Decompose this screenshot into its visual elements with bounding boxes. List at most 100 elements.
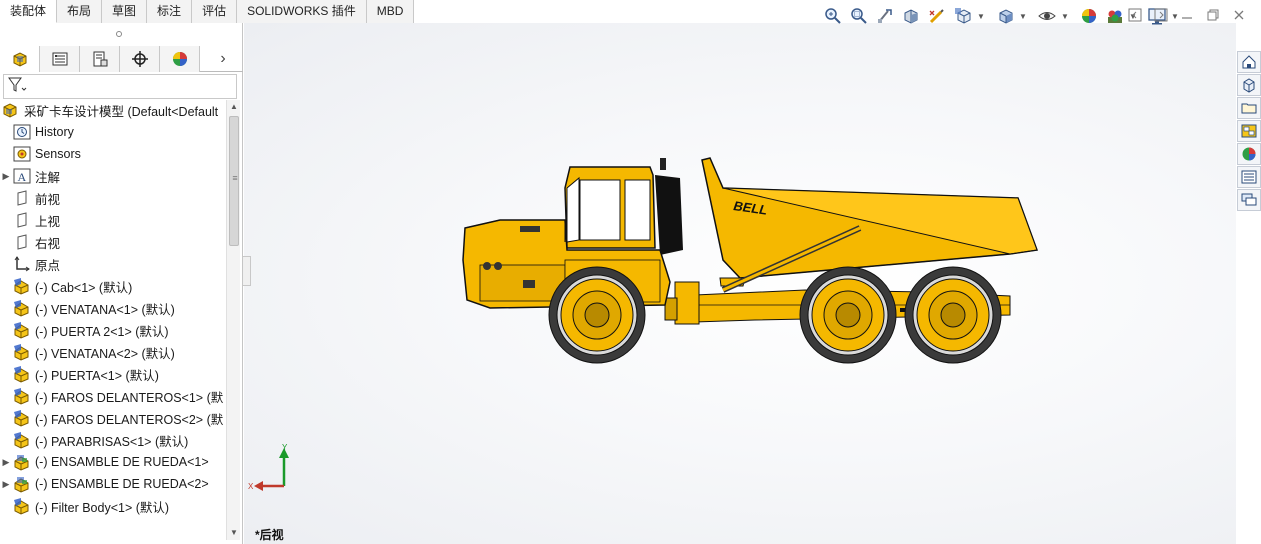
reference-triad: Y X [248,443,289,491]
tree-item[interactable]: History [0,121,226,143]
display-style-icon[interactable] [992,4,1018,28]
middle-wheel [799,266,897,364]
tree-root-label: 采矿卡车设计模型 (Default<Default [24,104,219,119]
tree-item-label: (-) FAROS DELANTEROS<2> (默 [35,412,224,427]
previous-view-icon[interactable] [872,4,898,28]
front-wheel [548,266,646,364]
tree-item-label: (-) ENSAMBLE DE RUEDA<1> [35,455,209,469]
filter-icon [8,77,28,96]
sensors-icon [12,145,32,163]
edit-appearance-icon[interactable] [1076,4,1102,28]
tree-item[interactable]: 右视 [0,231,226,253]
close-icon[interactable] [1229,6,1249,24]
part-icon [12,277,32,295]
history-icon [12,123,32,141]
view-orientation-dropdown-icon[interactable]: ▼ [976,12,986,21]
part-icon [12,321,32,339]
tab-markup[interactable]: 标注 [147,0,193,23]
tree-item[interactable]: Sensors [0,143,226,165]
section-view-icon[interactable] [898,4,924,28]
manager-tabs: › [0,46,243,72]
tree-item[interactable]: (-) Cab<1> (默认) [0,275,226,297]
tree-item[interactable]: (-) VENATANA<2> (默认) [0,341,226,363]
part-icon [12,387,32,405]
view-orientation-label: *后视 [255,528,284,542]
tree-item-label: History [35,125,74,139]
configurationmanager-tab-icon[interactable] [80,46,120,72]
tab-evaluate[interactable]: 评估 [192,0,238,23]
tree-item-label: (-) FAROS DELANTEROS<1> (默 [35,390,224,405]
tree-item[interactable]: (-) FAROS DELANTEROS<1> (默 [0,385,226,407]
propertymanager-tab-icon[interactable] [40,46,80,72]
feature-tree: 采矿卡车设计模型 (Default<Default History Sensors… [0,99,226,539]
chevron-right-icon[interactable]: › [203,46,243,72]
featuremanager-tab-icon[interactable] [0,46,40,72]
tree-item-label: 前视 [35,192,61,207]
tree-item[interactable]: (-) PARABRISAS<1> (默认) [0,429,226,451]
zoom-to-fit-icon[interactable] [820,4,846,28]
tree-item-label: (-) PUERTA<1> (默认) [35,368,159,383]
tree-filter[interactable] [3,74,237,99]
tab-sketch[interactable]: 草图 [102,0,148,23]
panel-left-icon[interactable] [1125,6,1145,24]
tab-assembly[interactable]: 装配体 [0,0,58,23]
tree-item[interactable]: 原点 [0,253,226,275]
tab-layout[interactable]: 布局 [57,0,103,23]
view-palette-icon[interactable] [1237,120,1261,142]
viewport-top-bar: ▼ ▼ ▼ ▼ ▼ [244,0,1261,30]
scroll-down-icon[interactable]: ▼ [227,526,241,540]
minimize-icon[interactable] [1177,6,1197,24]
tree-item[interactable]: ▶ A 注解 [0,165,226,187]
forum-icon[interactable] [1237,189,1261,211]
panel-splitter[interactable] [243,256,251,286]
expand-arrow-icon[interactable]: ▶ [0,171,12,182]
file-explorer-icon[interactable] [1237,97,1261,119]
custom-properties-icon[interactable] [1237,166,1261,188]
tree-item[interactable]: 前视 [0,187,226,209]
panel-right-icon[interactable] [1151,6,1171,24]
solidworks-resources-icon[interactable] [1237,51,1261,73]
dimxpertmanager-tab-icon[interactable] [120,46,160,72]
hide-show-items-icon[interactable] [1034,4,1060,28]
tree-item-label: Sensors [35,147,81,161]
displaymanager-tab-icon[interactable] [160,46,200,72]
svg-text:A: A [18,170,27,184]
tree-item-label: 右视 [35,236,61,251]
zoom-to-area-icon[interactable] [846,4,872,28]
tree-item-label: (-) VENATANA<1> (默认) [35,302,175,317]
dynamic-annotation-icon[interactable] [924,4,950,28]
truck-model[interactable]: BELL [455,150,1045,370]
document-window-controls [1125,6,1249,24]
tree-item[interactable]: ▶ (-) ENSAMBLE DE RUEDA<2> [0,473,226,495]
view-orientation-icon[interactable] [950,4,976,28]
scroll-thumb[interactable] [229,116,240,246]
tree-scrollbar[interactable]: ▲ ▼ [226,100,240,540]
appearances-scenes-icon[interactable] [1237,143,1261,165]
tree-item[interactable]: 上视 [0,209,226,231]
task-pane-tabs [1237,51,1261,221]
expand-arrow-icon[interactable]: ▶ [0,479,12,490]
tree-item[interactable]: (-) FAROS DELANTEROS<2> (默 [0,407,226,429]
scroll-up-icon[interactable]: ▲ [227,100,241,114]
triad-y-label: Y [282,443,288,452]
restore-icon[interactable] [1203,6,1223,24]
part-icon [12,497,32,515]
tree-item[interactable]: (-) PUERTA<1> (默认) [0,363,226,385]
tree-item-label: (-) PARABRISAS<1> (默认) [35,434,189,449]
design-library-icon[interactable] [1237,74,1261,96]
panel-grip[interactable] [0,23,242,45]
display-style-dropdown-icon[interactable]: ▼ [1018,12,1028,21]
tree-root[interactable]: 采矿卡车设计模型 (Default<Default [0,99,226,121]
tree-item[interactable]: (-) VENATANA<1> (默认) [0,297,226,319]
plane-icon [12,189,32,207]
part-icon [12,299,32,317]
rear-wheel [904,266,1002,364]
assembly-icon [0,101,20,119]
tree-item[interactable]: (-) Filter Body<1> (默认) [0,495,226,517]
tree-item[interactable]: (-) PUERTA 2<1> (默认) [0,319,226,341]
hide-show-dropdown-icon[interactable]: ▼ [1060,12,1070,21]
tree-item[interactable]: ▶ (-) ENSAMBLE DE RUEDA<1> [0,451,226,473]
part-icon [12,409,32,427]
tree-item-label: 注解 [35,170,61,185]
expand-arrow-icon[interactable]: ▶ [0,457,12,468]
